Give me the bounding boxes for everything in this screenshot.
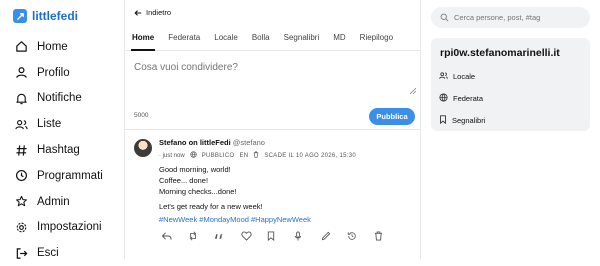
- sidebar-item-logout[interactable]: Esci: [14, 240, 103, 266]
- search-box: [431, 7, 590, 28]
- char-counter: 5000: [134, 112, 149, 119]
- brand[interactable]: littlefedi: [13, 9, 78, 23]
- user-icon: [14, 66, 28, 80]
- post-line: Let's get ready for a new week!: [159, 202, 263, 211]
- post-handle[interactable]: @stefano: [233, 138, 265, 147]
- tab-local[interactable]: Locale: [207, 28, 245, 50]
- sidebar-item-notifications[interactable]: Notifiche: [14, 86, 103, 112]
- divider: [125, 129, 420, 130]
- logout-icon: [14, 246, 28, 260]
- back-button[interactable]: Indietro: [134, 8, 171, 17]
- search-icon: [440, 13, 449, 22]
- sidebar-item-hashtag[interactable]: Hashtag: [14, 137, 103, 163]
- post-body: Good morning, world! Coffee... done! Mor…: [159, 164, 409, 225]
- sidebar-item-label: Impostazioni: [37, 221, 102, 234]
- boost-icon[interactable]: [188, 230, 215, 242]
- sidebar-item-label: Esci: [37, 247, 59, 260]
- sidebar-item-label: Admin: [37, 195, 70, 208]
- post-header: Stefano on littleFedi @stefano: [159, 138, 265, 147]
- instance-name: rpi0w.stefanomarinelli.it: [440, 47, 560, 59]
- sidebar-item-label: Home: [37, 40, 68, 53]
- post-meta: · just now PUBBLICO EN SCADE IL 10 AGO 2…: [159, 151, 356, 160]
- instance-link-federated[interactable]: Federata: [439, 93, 483, 104]
- post-time[interactable]: · just now: [159, 153, 185, 159]
- tab-md[interactable]: MD: [326, 28, 352, 50]
- avatar[interactable]: [134, 139, 152, 157]
- post-hashtags[interactable]: #NewWeek #MondayMood #HappyNewWeek: [159, 214, 409, 225]
- tab-home[interactable]: Home: [125, 28, 161, 51]
- sidebar-item-label: Profilo: [37, 66, 70, 79]
- right-column: rpi0w.stefanomarinelli.it Locale Federat…: [421, 0, 600, 259]
- bell-icon: [14, 91, 28, 105]
- post-actions: [161, 230, 400, 242]
- back-label: Indietro: [146, 8, 172, 17]
- brand-logo-icon: [13, 9, 27, 23]
- tab-summary[interactable]: Riepilogo: [353, 28, 400, 50]
- sidebar-item-lists[interactable]: Liste: [14, 111, 103, 137]
- tab-bubble[interactable]: Bolla: [245, 28, 277, 50]
- sidebar-item-profile[interactable]: Profilo: [14, 60, 103, 86]
- instance-card: rpi0w.stefanomarinelli.it Locale Federat…: [431, 38, 590, 131]
- home-icon: [14, 40, 28, 54]
- instance-link-bookmarks[interactable]: Segnalibri: [439, 115, 485, 126]
- trash-small-icon: [253, 151, 259, 160]
- sidebar-nav: Home Profilo Notifiche Liste Hashtag Pro…: [14, 34, 103, 266]
- expiry-label: SCADE IL 10 AGO 2026, 15:30: [264, 152, 356, 159]
- sidebar-item-label: Liste: [37, 118, 62, 131]
- post-author[interactable]: Stefano on littleFedi: [159, 138, 231, 147]
- sidebar-item-label: Hashtag: [37, 144, 80, 157]
- visibility-label: PUBBLICO: [201, 152, 235, 159]
- compose-input[interactable]: [134, 62, 415, 94]
- bookmark-icon: [439, 115, 447, 126]
- sidebar: littlefedi Home Profilo Notifiche Liste …: [0, 0, 125, 259]
- star-icon: [14, 195, 28, 209]
- quote-icon[interactable]: [214, 230, 241, 242]
- history-icon[interactable]: [347, 230, 374, 242]
- language-label: EN: [239, 152, 249, 159]
- compose-area: [134, 62, 415, 94]
- sidebar-item-label: Programmati: [37, 169, 103, 182]
- bookmark-icon[interactable]: [267, 230, 294, 242]
- post-line: Good morning, world!: [159, 165, 231, 174]
- tab-federated[interactable]: Federata: [161, 28, 207, 50]
- favourite-icon[interactable]: [241, 230, 268, 242]
- instance-link-label: Federata: [453, 94, 484, 103]
- microphone-icon[interactable]: [294, 230, 321, 242]
- delete-icon[interactable]: [374, 230, 401, 242]
- main-column: Indietro Home Federata Locale Bolla Segn…: [125, 0, 421, 259]
- post-line: Morning checks...done!: [159, 187, 237, 196]
- gear-icon: [14, 220, 28, 234]
- sidebar-item-label: Notifiche: [37, 92, 82, 105]
- arrow-left-icon: [134, 9, 142, 16]
- users-icon: [439, 71, 448, 82]
- brand-name: littlefedi: [32, 9, 79, 23]
- clock-icon: [14, 169, 28, 183]
- hash-icon: [14, 143, 28, 157]
- resize-handle-icon[interactable]: [410, 88, 416, 94]
- globe-icon: [439, 93, 448, 104]
- sidebar-item-admin[interactable]: Admin: [14, 189, 103, 215]
- sidebar-item-scheduled[interactable]: Programmati: [14, 163, 103, 189]
- search-input[interactable]: [454, 13, 579, 22]
- instance-link-local[interactable]: Locale: [439, 71, 475, 82]
- sidebar-item-settings[interactable]: Impostazioni: [14, 215, 103, 241]
- edit-icon[interactable]: [321, 230, 348, 242]
- timeline-tabs: Home Federata Locale Bolla Segnalibri MD…: [125, 28, 420, 51]
- sidebar-item-home[interactable]: Home: [14, 34, 103, 60]
- users-icon: [14, 117, 28, 131]
- reply-icon[interactable]: [161, 230, 188, 242]
- visibility-icon: [190, 151, 197, 160]
- instance-link-label: Locale: [453, 72, 476, 81]
- tab-bookmarks[interactable]: Segnalibri: [277, 28, 327, 50]
- post-line: Coffee... done!: [159, 176, 209, 185]
- publish-button[interactable]: Pubblica: [369, 108, 415, 125]
- instance-link-label: Segnalibri: [452, 116, 486, 125]
